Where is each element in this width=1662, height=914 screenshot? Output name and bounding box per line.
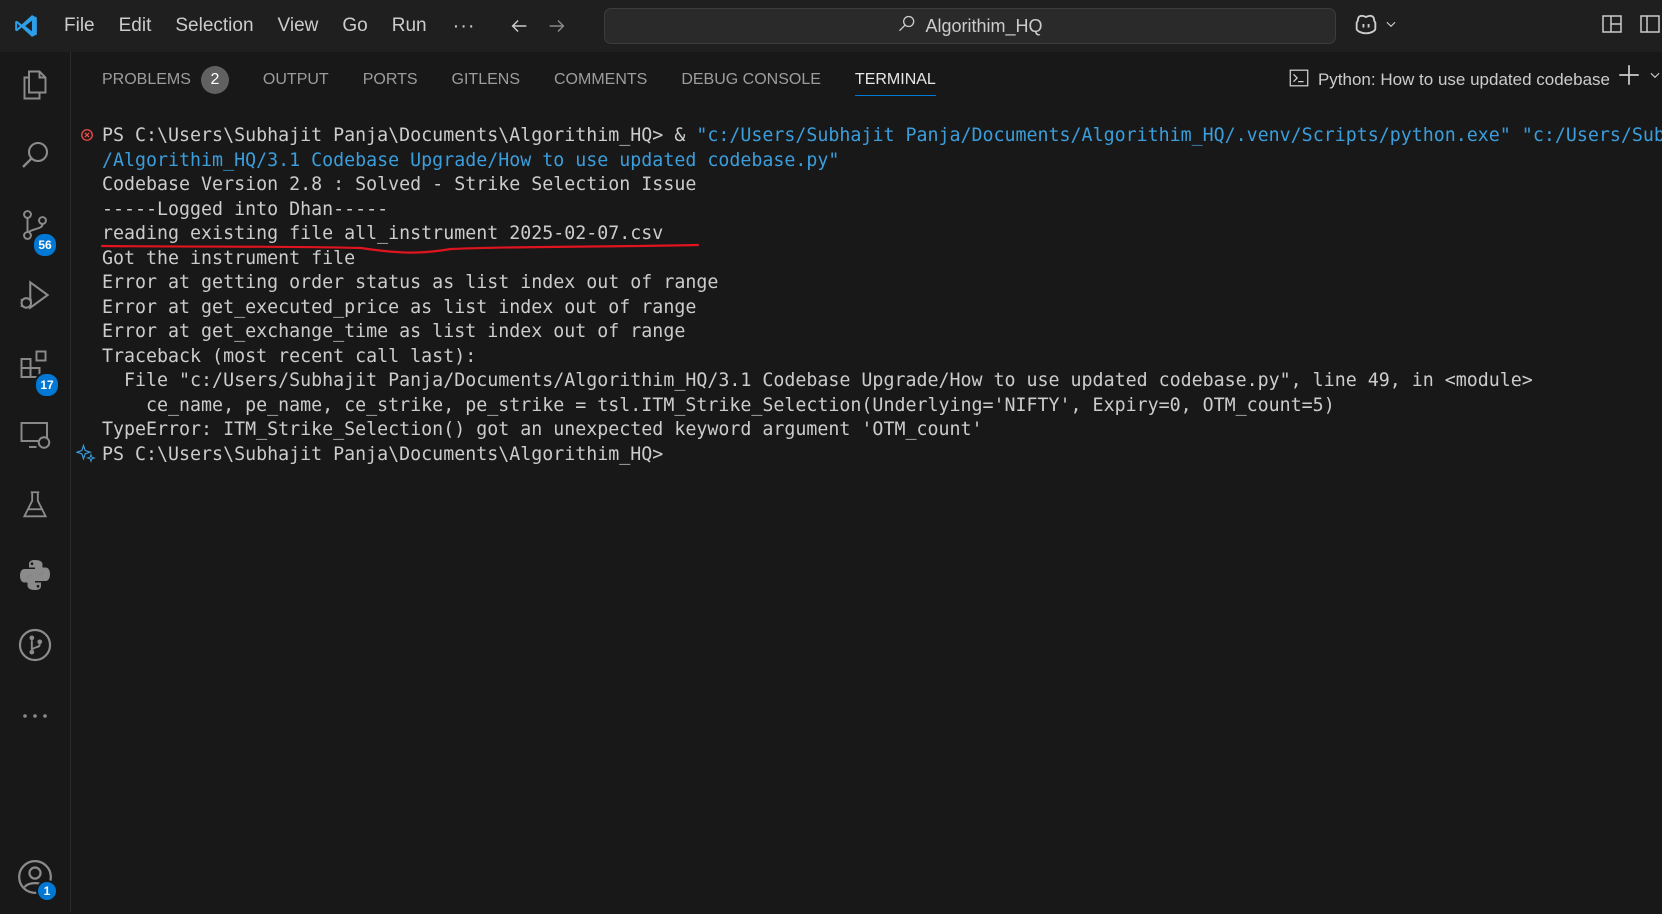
back-arrow-icon[interactable] xyxy=(500,8,538,44)
activity-bar: 56 17 1 xyxy=(0,52,71,912)
output-line: -----Logged into Dhan----- xyxy=(102,199,389,220)
command-args-continued: /Algorithim_HQ/3.1 Codebase Upgrade/How … xyxy=(102,150,840,171)
search-text: Algorithim_HQ xyxy=(925,15,1043,36)
extensions-badge: 17 xyxy=(34,372,60,398)
menu-more-button[interactable]: ··· xyxy=(439,15,490,38)
accounts-button[interactable]: 1 xyxy=(0,844,70,914)
menu-go[interactable]: Go xyxy=(330,0,379,52)
remote-explorer-button[interactable] xyxy=(0,402,70,472)
tab-label: TERMINAL xyxy=(854,71,936,88)
red-underline-annotation xyxy=(100,243,701,262)
tab-label: DEBUG CONSOLE xyxy=(681,71,821,88)
extensions-button[interactable]: 17 xyxy=(0,332,70,402)
accounts-badge: 1 xyxy=(36,880,58,902)
output-line: Error at getting order status as list in… xyxy=(102,272,719,293)
toggle-sidebar-icon[interactable] xyxy=(1638,12,1662,41)
tab-label: PROBLEMS xyxy=(102,71,191,88)
output-line: Error at get_exchange_time as list index… xyxy=(102,321,686,342)
title-bar: File Edit Selection View Go Run ··· Algo… xyxy=(0,0,1662,52)
tab-problems[interactable]: PROBLEMS 2 xyxy=(71,52,246,108)
tab-label: PORTS xyxy=(362,71,418,88)
final-prompt: PS C:\Users\Subhajit Panja\Documents\Alg… xyxy=(102,444,664,465)
menu-file[interactable]: File xyxy=(52,0,107,52)
tab-label: OUTPUT xyxy=(262,71,329,88)
menu-view[interactable]: View xyxy=(266,0,331,52)
output-line: ce_name, pe_name, ce_strike, pe_strike =… xyxy=(102,395,1335,416)
terminal-title-label: Python: How to use updated codebase xyxy=(1317,70,1610,89)
files-icon xyxy=(17,67,53,108)
command-center-search[interactable]: Algorithim_HQ xyxy=(604,8,1336,44)
gitlens-icon xyxy=(16,626,54,669)
command-line: PS C:\Users\Subhajit Panja\Documents\Alg… xyxy=(102,123,1662,149)
tab-label: COMMENTS xyxy=(554,71,648,88)
menu-bar: File Edit Selection View Go Run ··· xyxy=(52,0,490,52)
command-prompt: PS C:\Users\Subhajit Panja\Documents\Alg… xyxy=(102,125,697,146)
forward-arrow-icon[interactable] xyxy=(538,8,576,44)
source-control-button[interactable]: 56 xyxy=(0,192,70,262)
menu-edit[interactable]: Edit xyxy=(107,0,164,52)
run-debug-icon xyxy=(16,276,54,319)
menu-selection[interactable]: Selection xyxy=(163,0,265,52)
more-views-button[interactable] xyxy=(0,682,70,752)
search-view-button[interactable] xyxy=(0,122,70,192)
run-debug-button[interactable] xyxy=(0,262,70,332)
testing-button[interactable] xyxy=(0,472,70,542)
menu-run[interactable]: Run xyxy=(380,0,439,52)
customize-layout-icon[interactable] xyxy=(1600,12,1624,41)
ellipsis-icon xyxy=(20,708,50,726)
explorer-button[interactable] xyxy=(0,52,70,122)
tab-ports[interactable]: PORTS xyxy=(346,52,435,108)
tab-output[interactable]: OUTPUT xyxy=(246,52,346,108)
tab-gitlens[interactable]: GITLENS xyxy=(435,52,537,108)
output-line: File "c:/Users/Subhajit Panja/Documents/… xyxy=(102,370,1533,391)
output-line: Codebase Version 2.8 : Solved - Strike S… xyxy=(102,174,697,195)
sparkle-icon[interactable] xyxy=(74,443,96,463)
output-line: TypeError: ITM_Strike_Selection() got an… xyxy=(102,419,983,440)
source-control-badge: 56 xyxy=(32,232,58,258)
flask-icon xyxy=(18,488,52,527)
remote-explorer-icon xyxy=(17,417,53,458)
copilot-button[interactable] xyxy=(1352,10,1398,43)
terminal-icon xyxy=(1288,67,1310,94)
terminal-instance-title[interactable]: Python: How to use updated codebase xyxy=(1288,52,1610,108)
new-terminal-icon[interactable] xyxy=(1616,62,1642,93)
tab-comments[interactable]: COMMENTS xyxy=(537,52,664,108)
python-button[interactable] xyxy=(0,542,70,612)
chevron-down-icon[interactable] xyxy=(1648,68,1662,87)
tab-terminal[interactable]: TERMINAL xyxy=(838,52,953,108)
search-icon xyxy=(897,14,917,39)
terminal-output[interactable]: PS C:\Users\Subhajit Panja\Documents\Alg… xyxy=(71,120,1662,912)
copilot-icon xyxy=(1352,10,1380,43)
chevron-down-icon[interactable] xyxy=(1384,17,1398,36)
tab-label: GITLENS xyxy=(451,71,520,88)
output-line: Traceback (most recent call last): xyxy=(102,346,477,367)
output-line: Error at get_executed_price as list inde… xyxy=(102,297,697,318)
tab-debug-console[interactable]: DEBUG CONSOLE xyxy=(664,52,838,108)
layout-controls xyxy=(1600,12,1662,41)
gitlens-button[interactable] xyxy=(0,612,70,682)
python-icon xyxy=(17,557,53,598)
problems-count-badge: 2 xyxy=(200,66,229,94)
command-args: "c:/Users/Subhajit Panja/Documents/Algor… xyxy=(696,125,1662,146)
vscode-logo-icon xyxy=(0,0,52,52)
terminal-actions xyxy=(1616,62,1662,93)
error-status-icon xyxy=(80,128,96,144)
search-icon xyxy=(17,137,53,178)
